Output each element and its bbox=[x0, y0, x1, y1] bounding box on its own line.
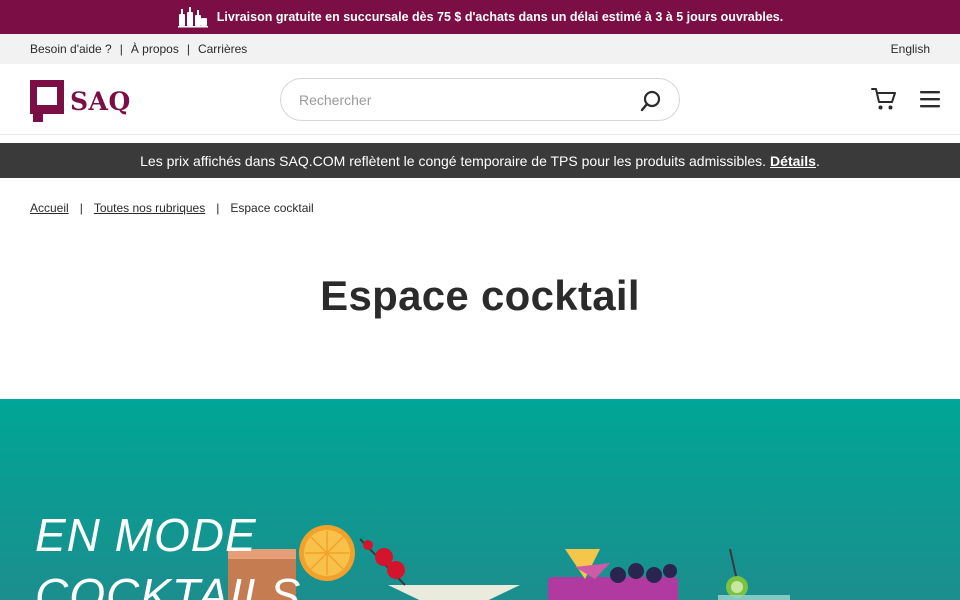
promo-text: Livraison gratuite en succursale dès 75 … bbox=[216, 10, 784, 24]
separator: | bbox=[186, 42, 190, 56]
search-input[interactable] bbox=[299, 90, 629, 110]
breadcrumb-all-categories[interactable]: Toutes nos rubriques bbox=[94, 201, 205, 215]
details-link[interactable]: Détails bbox=[770, 153, 816, 169]
hero-title: EN MODE COCKTAILS bbox=[35, 509, 302, 600]
promo-bar: Livraison gratuite en succursale dès 75 … bbox=[0, 0, 960, 34]
breadcrumb: Accueil | Toutes nos rubriques | Espace … bbox=[30, 201, 314, 215]
search-icon[interactable] bbox=[639, 89, 663, 113]
notice-suffix: . bbox=[815, 152, 820, 169]
hamburger-menu-icon[interactable] bbox=[918, 88, 942, 110]
hero-banner[interactable]: EN MODE COCKTAILS bbox=[0, 399, 960, 600]
breadcrumb-separator: | bbox=[216, 201, 220, 215]
utility-links: Besoin d'aide ? | À propos | Carrières bbox=[30, 42, 247, 56]
utility-bar: Besoin d'aide ? | À propos | Carrières E… bbox=[0, 34, 960, 64]
breadcrumb-current: Espace cocktail bbox=[230, 201, 314, 215]
careers-link[interactable]: Carrières bbox=[198, 42, 247, 56]
breadcrumb-separator: | bbox=[79, 201, 83, 215]
language-link[interactable]: English bbox=[891, 42, 930, 56]
separator: | bbox=[119, 42, 123, 56]
cart-icon[interactable] bbox=[870, 86, 898, 112]
logo-mark-icon bbox=[30, 80, 64, 122]
page-title: Espace cocktail bbox=[320, 272, 640, 319]
notice-text: Les prix affichés dans SAQ.COM reflètent… bbox=[140, 152, 767, 169]
about-link[interactable]: À propos bbox=[131, 42, 179, 56]
site-header: SAQ bbox=[0, 64, 960, 135]
breadcrumb-home[interactable]: Accueil bbox=[30, 201, 69, 215]
bottles-icon bbox=[177, 6, 209, 28]
help-link[interactable]: Besoin d'aide ? bbox=[30, 42, 112, 56]
logo-text: SAQ bbox=[70, 86, 131, 116]
search-box bbox=[280, 78, 680, 121]
tax-notice-bar: Les prix affichés dans SAQ.COM reflètent… bbox=[0, 143, 960, 178]
saq-logo[interactable]: SAQ bbox=[30, 80, 131, 122]
